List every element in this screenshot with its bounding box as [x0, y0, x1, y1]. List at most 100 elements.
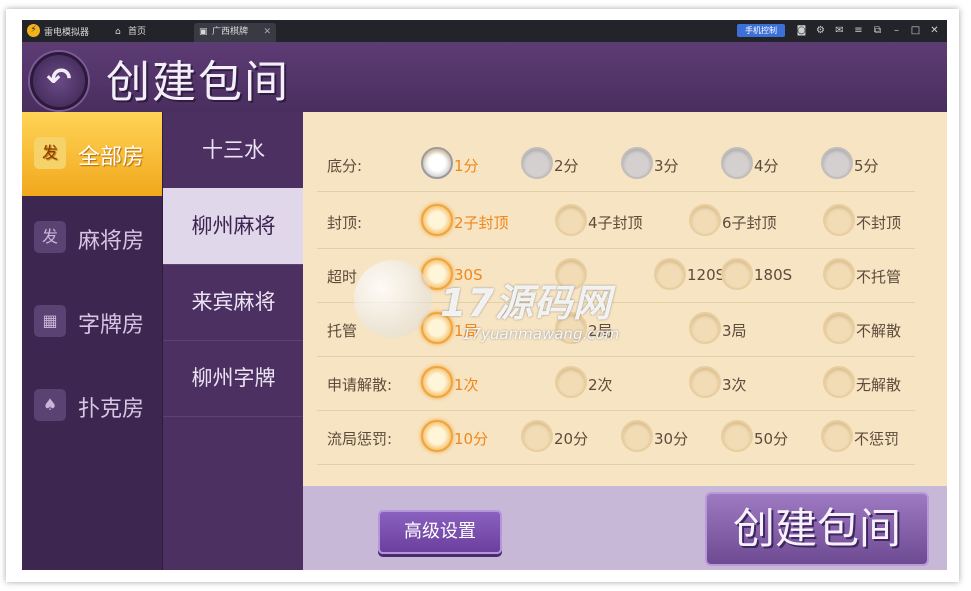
- poker-cards-icon: ♠: [34, 389, 66, 421]
- radio-button[interactable]: [521, 147, 553, 179]
- radio-button[interactable]: [689, 366, 721, 398]
- radio-button[interactable]: [823, 258, 855, 290]
- option-label: 3次: [722, 376, 747, 394]
- setting-row: 申请解散: 1次 2次 3次 无解散: [303, 357, 947, 411]
- option-label: 30分: [654, 430, 689, 448]
- radio-button[interactable]: [621, 420, 653, 452]
- setting-row: 封顶: 2子封顶 4子封顶 6子封顶 不封顶: [303, 195, 947, 249]
- watermark-ball-icon: [354, 260, 432, 338]
- radio-button[interactable]: [621, 147, 653, 179]
- option-label: 50分: [754, 430, 789, 448]
- option-label: 120S: [687, 266, 726, 284]
- radio-button[interactable]: [823, 312, 855, 344]
- radio-button[interactable]: [689, 312, 721, 344]
- back-button[interactable]: ↶: [30, 52, 88, 110]
- tab-close-icon[interactable]: ✕: [263, 23, 271, 42]
- phone-control-button[interactable]: 手机控制: [737, 24, 785, 37]
- back-arrow-icon: ↶: [46, 62, 72, 97]
- setting-label: 托管: [327, 322, 358, 340]
- mail-icon[interactable]: ✉: [830, 23, 849, 39]
- radio-button[interactable]: [421, 147, 453, 179]
- radio-button[interactable]: [689, 204, 721, 236]
- menu-icon[interactable]: ≡: [849, 23, 868, 39]
- option-label: 4分: [754, 157, 779, 175]
- room-type-label: 麻将房: [78, 229, 145, 254]
- radio-button[interactable]: [821, 147, 853, 179]
- room-type-all[interactable]: 发 全部房: [22, 112, 162, 196]
- maximize-icon[interactable]: □: [906, 23, 925, 39]
- game-item[interactable]: 十三水: [163, 112, 304, 189]
- option-label: 2次: [588, 376, 613, 394]
- room-type-list: 发 全部房 发 麻将房 ▦ 字牌房 ♠ 扑克房: [22, 112, 162, 570]
- option-label: 20分: [554, 430, 589, 448]
- radio-button[interactable]: [721, 258, 753, 290]
- home-icon: ⌂: [115, 27, 121, 37]
- setting-label: 封顶:: [327, 214, 363, 232]
- setting-label: 底分:: [327, 157, 363, 175]
- radio-button[interactable]: [555, 204, 587, 236]
- radio-button[interactable]: [555, 366, 587, 398]
- radio-button[interactable]: [721, 420, 753, 452]
- option-label: 5分: [854, 157, 879, 175]
- action-bar: 高级设置 创建包间: [303, 486, 947, 570]
- tab-game[interactable]: ▣ 广西棋牌 ✕: [194, 23, 276, 42]
- option-label: 4子封顶: [588, 214, 643, 232]
- game-item[interactable]: 来宾麻将: [163, 264, 304, 341]
- create-room-button[interactable]: 创建包间: [705, 492, 929, 566]
- advanced-settings-button[interactable]: 高级设置: [378, 510, 502, 554]
- setting-row: 流局惩罚: 10分 20分 30分 50分 不惩罚: [303, 411, 947, 465]
- row-divider: [317, 464, 915, 465]
- settings-icon[interactable]: ⚙: [811, 23, 830, 39]
- radio-button[interactable]: [823, 366, 855, 398]
- restore-icon[interactable]: ⧉: [868, 23, 887, 39]
- game-item[interactable]: 柳州麻将: [163, 188, 304, 265]
- room-type-label: 扑克房: [78, 397, 145, 422]
- radio-button[interactable]: [654, 258, 686, 290]
- option-label: 3局: [722, 322, 747, 340]
- option-label: 6子封顶: [722, 214, 777, 232]
- game-header: ↶ 创建包间: [22, 42, 947, 112]
- radio-button[interactable]: [421, 204, 453, 236]
- game-item[interactable]: 柳州字牌: [163, 340, 304, 417]
- titlebar-icons: ◙ ⚙ ✉ ≡ ⧉ – □ ✕: [792, 23, 944, 39]
- game-list: 十三水 柳州麻将 来宾麻将 柳州字牌: [162, 112, 304, 570]
- zipai-cards-icon: ▦: [34, 305, 66, 337]
- radio-button[interactable]: [521, 420, 553, 452]
- room-type-label: 字牌房: [78, 313, 145, 338]
- room-type-label: 全部房: [78, 145, 145, 170]
- option-label: 3分: [654, 157, 679, 175]
- row-divider: [317, 191, 915, 192]
- tab-label: 首页: [128, 27, 147, 37]
- minimize-icon[interactable]: –: [887, 23, 906, 39]
- setting-row: 底分: 1分 2分 3分 4分 5分: [303, 138, 947, 192]
- close-icon[interactable]: ✕: [925, 23, 944, 39]
- option-label: 10分: [454, 430, 489, 448]
- option-label: 1次: [454, 376, 479, 394]
- radio-button[interactable]: [421, 420, 453, 452]
- option-label: 不封顶: [856, 214, 902, 232]
- radio-button[interactable]: [421, 366, 453, 398]
- radio-button[interactable]: [823, 204, 855, 236]
- page-title: 创建包间: [106, 57, 290, 108]
- title-bar: ⚡ 雷电模拟器 ⌂ 首页 ▣ 广西棋牌 ✕ 手机控制 ◙ ⚙ ✉ ≡ ⧉ – □ ✕: [22, 20, 947, 42]
- app-name: 雷电模拟器: [44, 28, 90, 38]
- option-label: 2子封顶: [454, 214, 509, 232]
- radio-button[interactable]: [821, 420, 853, 452]
- app-logo-icon: ⚡: [27, 24, 40, 37]
- watermark-text: 17源码网: [440, 281, 612, 325]
- room-type-zipai[interactable]: ▦ 字牌房: [22, 280, 162, 364]
- radio-button[interactable]: [721, 147, 753, 179]
- option-label: 无解散: [856, 376, 902, 394]
- option-label: 2分: [554, 157, 579, 175]
- emulator-window: ⚡ 雷电模拟器 ⌂ 首页 ▣ 广西棋牌 ✕ 手机控制 ◙ ⚙ ✉ ≡ ⧉ – □ ✕ ↶ 创建…: [22, 20, 947, 570]
- setting-label: 申请解散:: [327, 376, 393, 394]
- game-icon: ▣: [199, 27, 208, 37]
- setting-label: 流局惩罚:: [327, 430, 393, 448]
- room-type-poker[interactable]: ♠ 扑克房: [22, 364, 162, 448]
- camera-icon[interactable]: ◙: [792, 23, 811, 39]
- tab-home[interactable]: ⌂ 首页: [110, 23, 190, 42]
- option-label: 1分: [454, 157, 479, 175]
- option-label: 不解散: [856, 322, 902, 340]
- room-type-mahjong[interactable]: 发 麻将房: [22, 196, 162, 280]
- option-label: 180S: [754, 266, 793, 284]
